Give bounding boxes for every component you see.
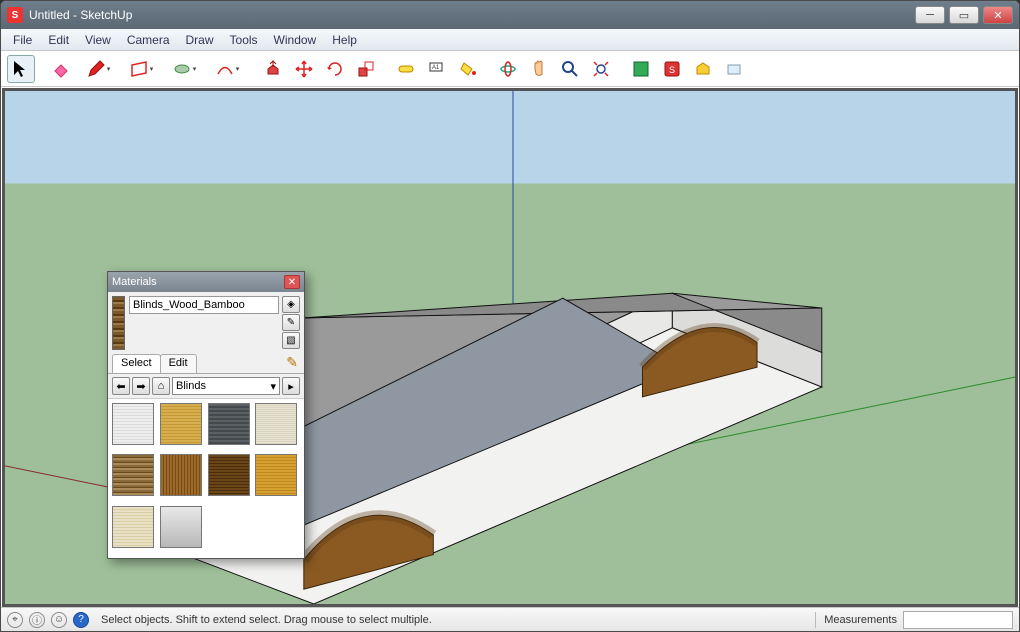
rotate-tool[interactable]: [321, 55, 349, 83]
user-status-icon[interactable]: ☺: [51, 612, 67, 628]
zoom-tool[interactable]: [556, 55, 584, 83]
eraser-tool[interactable]: [47, 55, 75, 83]
geo-location-tool[interactable]: [720, 55, 748, 83]
chevron-down-icon: ▾: [270, 380, 276, 393]
menu-file[interactable]: File: [5, 31, 40, 49]
credits-status-icon[interactable]: ⓘ: [29, 612, 45, 628]
materials-library-dropdown[interactable]: Blinds ▾: [172, 377, 280, 395]
materials-edit-tab[interactable]: Edit: [160, 354, 197, 373]
menu-window[interactable]: Window: [266, 31, 325, 49]
material-swatch[interactable]: [112, 403, 154, 445]
circle-tool[interactable]: ▾: [164, 55, 204, 83]
material-swatch[interactable]: [112, 506, 154, 548]
status-bar: ⌖ ⓘ ☺ ? Select objects. Shift to extend …: [1, 607, 1019, 631]
arc-tool[interactable]: ▾: [207, 55, 247, 83]
sample-paint-eyedropper-icon[interactable]: ✎: [286, 354, 298, 371]
material-swatch[interactable]: [160, 403, 202, 445]
menu-bar: File Edit View Camera Draw Tools Window …: [1, 29, 1019, 51]
close-button[interactable]: ✕: [983, 6, 1013, 24]
warehouse-tool[interactable]: S: [658, 55, 686, 83]
materials-swatch-grid: [108, 398, 304, 558]
material-swatch[interactable]: [255, 454, 297, 496]
materials-panel-titlebar[interactable]: Materials ✕: [108, 272, 304, 292]
set-default-material-button[interactable]: ▧: [282, 332, 300, 349]
materials-select-tab[interactable]: Select: [112, 354, 161, 373]
menu-camera[interactable]: Camera: [119, 31, 178, 49]
material-swatch[interactable]: [112, 454, 154, 496]
orbit-tool[interactable]: [494, 55, 522, 83]
measurements-label: Measurements: [824, 614, 897, 626]
material-swatch[interactable]: [160, 454, 202, 496]
titlebar[interactable]: S Untitled - SketchUp ─ ▭ ✕: [1, 1, 1019, 29]
materials-forward-button[interactable]: ➡: [132, 377, 150, 395]
app-window: S Untitled - SketchUp ─ ▭ ✕ File Edit Vi…: [0, 0, 1020, 632]
scale-tool[interactable]: [352, 55, 380, 83]
measurements-input[interactable]: [903, 611, 1013, 629]
svg-text:A1: A1: [432, 65, 440, 71]
menu-view[interactable]: View: [77, 31, 119, 49]
material-swatch[interactable]: [208, 454, 250, 496]
status-hint-text: Select objects. Shift to extend select. …: [101, 614, 807, 626]
help-status-icon[interactable]: ?: [73, 612, 89, 628]
main-toolbar: ▾ ▾ ▾ ▾ A1 S: [1, 51, 1019, 87]
paint-bucket-tool[interactable]: [454, 55, 482, 83]
materials-details-button[interactable]: ▸: [282, 377, 300, 395]
move-tool[interactable]: [290, 55, 318, 83]
rectangle-tool[interactable]: ▾: [121, 55, 161, 83]
app-icon: S: [7, 7, 23, 23]
materials-library-selected: Blinds: [176, 380, 206, 392]
menu-draw[interactable]: Draw: [178, 31, 222, 49]
materials-panel[interactable]: Materials ✕ ◈ ✎ ▧ Select Edit ✎ ⬅ ➡: [107, 271, 305, 559]
extension-warehouse-tool[interactable]: [689, 55, 717, 83]
menu-tools[interactable]: Tools: [222, 31, 266, 49]
materials-back-button[interactable]: ⬅: [112, 377, 130, 395]
text-tool[interactable]: A1: [423, 55, 451, 83]
pan-tool[interactable]: [525, 55, 553, 83]
minimize-button[interactable]: ─: [915, 6, 945, 24]
materials-panel-title: Materials: [112, 276, 284, 288]
select-tool[interactable]: [7, 55, 35, 83]
material-name-input[interactable]: [129, 296, 279, 314]
window-title: Untitled - SketchUp: [29, 8, 911, 22]
material-swatch[interactable]: [255, 403, 297, 445]
menu-help[interactable]: Help: [324, 31, 365, 49]
create-material-button[interactable]: ✎: [282, 314, 300, 331]
zoom-extents-tool[interactable]: [587, 55, 615, 83]
svg-text:S: S: [669, 65, 675, 75]
materials-home-button[interactable]: ⌂: [152, 377, 170, 395]
3d-viewport[interactable]: Materials ✕ ◈ ✎ ▧ Select Edit ✎ ⬅ ➡: [2, 88, 1018, 607]
maximize-button[interactable]: ▭: [949, 6, 979, 24]
materials-panel-close-button[interactable]: ✕: [284, 275, 300, 289]
pencil-tool[interactable]: ▾: [78, 55, 118, 83]
display-secondary-pane-button[interactable]: ◈: [282, 296, 300, 313]
get-models-tool[interactable]: [627, 55, 655, 83]
geo-location-status-icon[interactable]: ⌖: [7, 612, 23, 628]
material-swatch[interactable]: [160, 506, 202, 548]
menu-edit[interactable]: Edit: [40, 31, 77, 49]
pushpull-tool[interactable]: [259, 55, 287, 83]
tape-measure-tool[interactable]: [392, 55, 420, 83]
material-swatch[interactable]: [208, 403, 250, 445]
material-preview-swatch[interactable]: [112, 296, 125, 350]
